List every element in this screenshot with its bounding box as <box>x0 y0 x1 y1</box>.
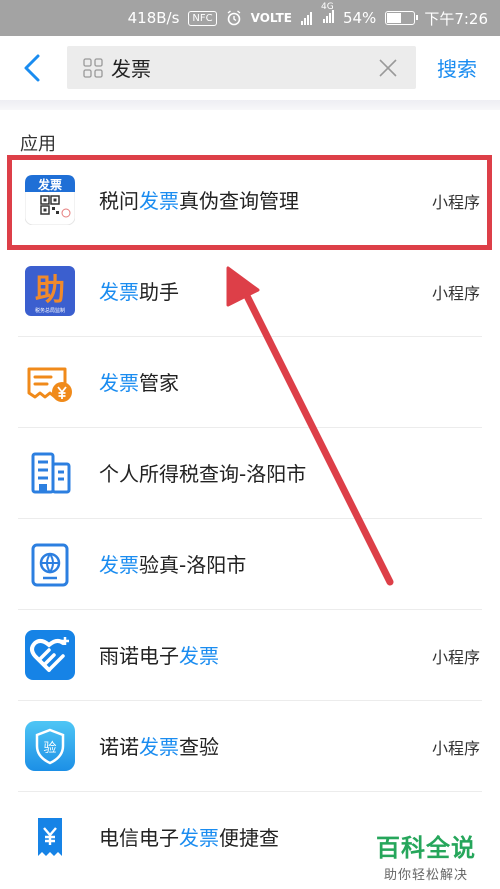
heart-plus-icon <box>25 630 75 680</box>
ticket-yuan-icon <box>38 818 62 856</box>
watermark: 百科全说 助你轻松解决 <box>376 828 476 883</box>
search-button[interactable]: 搜索 <box>437 53 477 82</box>
signal-icon <box>300 11 312 25</box>
highlight-box <box>7 155 492 250</box>
zhu-tax-bureau-icon: 助 税务总局监制 <box>25 266 75 316</box>
item-name: 雨诺电子发票 <box>99 644 219 668</box>
network-type: 4G <box>320 2 334 12</box>
list-item[interactable]: 发票管家 <box>0 337 500 428</box>
battery-percent: 54% <box>342 9 377 27</box>
mini-program-tag: 小程序 <box>431 648 480 667</box>
section-title: 应用 <box>20 134 56 155</box>
shield-verify-icon: 验 <box>25 721 75 771</box>
volte-indicator: VOLTE <box>250 11 292 25</box>
list-item[interactable]: 发票验真-洛阳市 <box>0 519 500 610</box>
status-bar: 418B/s NFC VOLTE 4G 54% 下午7:26 <box>0 0 500 36</box>
nfc-icon: NFC <box>188 10 217 26</box>
invoice-yuan-icon <box>27 367 72 402</box>
list-item[interactable]: 个人所得税查询-洛阳市 <box>0 428 500 519</box>
globe-passport-icon <box>31 543 69 587</box>
battery-icon <box>385 11 419 25</box>
item-name: 发票验真-洛阳市 <box>99 553 247 577</box>
watermark-title: 百科全说 <box>376 834 476 862</box>
building-icon <box>31 452 71 494</box>
search-input[interactable]: 发票 <box>67 46 416 89</box>
list-item[interactable]: 雨诺电子发票 小程序 <box>0 610 500 701</box>
mini-program-tag: 小程序 <box>431 739 480 758</box>
item-name: 发票助手 <box>99 280 179 304</box>
search-header: 发票 搜索 <box>0 36 500 100</box>
item-name: 个人所得税查询-洛阳市 <box>99 462 307 486</box>
icon-label: 助 <box>35 273 65 308</box>
back-arrow-icon[interactable] <box>18 50 48 86</box>
clock: 下午7:26 <box>424 9 488 28</box>
network-speed: 418B/s <box>127 9 180 27</box>
list-item[interactable]: 助 税务总局监制 发票助手 小程序 <box>0 246 500 337</box>
alarm-icon <box>227 10 241 26</box>
item-name: 电信电子发票便捷查 <box>99 826 279 850</box>
icon-sublabel: 税务总局监制 <box>35 307 65 314</box>
icon-label: 验 <box>43 740 56 756</box>
grid-icon <box>83 57 103 78</box>
header-divider <box>0 100 500 110</box>
watermark-subtitle: 助你轻松解决 <box>383 868 468 883</box>
4g-signal-icon: 4G <box>321 2 334 26</box>
mini-program-tag: 小程序 <box>431 284 480 303</box>
item-name: 诺诺发票查验 <box>99 735 219 759</box>
list-item[interactable]: 验 诺诺发票查验 小程序 <box>0 701 500 792</box>
item-name: 发票管家 <box>99 371 179 395</box>
clear-icon[interactable] <box>378 58 398 78</box>
search-query-text: 发票 <box>111 57 151 81</box>
